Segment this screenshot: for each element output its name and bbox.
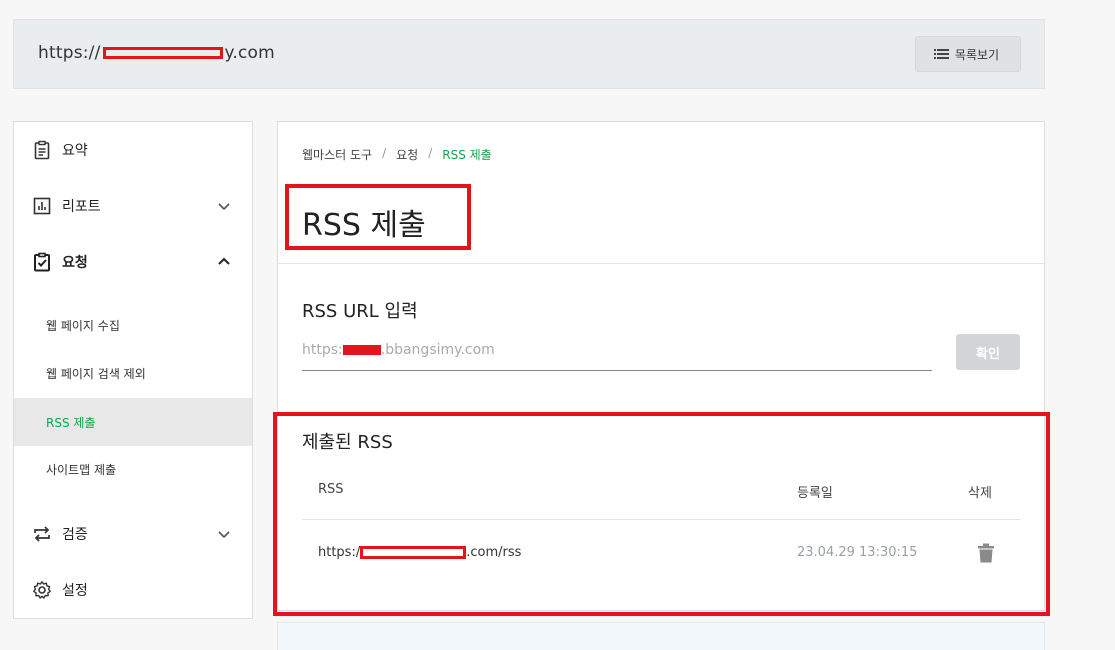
list-icon — [933, 49, 949, 59]
clipboard-check-icon — [34, 252, 50, 272]
sidebar: 요약 리포트 요청 웹 페이지 수집 웹 페이지 검색 제외 RSS 제출 사이… — [13, 121, 253, 619]
next-panel — [277, 622, 1045, 650]
site-header: https:// y.com 목록보기 — [13, 19, 1045, 89]
redaction-box — [342, 345, 381, 355]
breadcrumb: 웹마스터 도구 / 요청 / RSS 제출 — [302, 146, 492, 163]
repeat-icon — [34, 526, 50, 542]
list-view-label: 목록보기 — [954, 47, 1000, 62]
annotation-box — [273, 412, 1050, 616]
gear-icon — [33, 581, 51, 599]
sidebar-subitem-sitemap-submit[interactable]: 사이트맵 제출 — [14, 445, 252, 493]
chevron-down-icon[interactable] — [217, 527, 231, 541]
chevron-down-icon[interactable] — [217, 199, 231, 213]
sidebar-item-label: 검증 — [62, 527, 88, 543]
site-url-suffix: y.com — [224, 43, 275, 63]
rss-url-label: RSS URL 입력 — [302, 301, 418, 322]
sidebar-subitem-rss-submit[interactable]: RSS 제출 — [14, 398, 252, 446]
confirm-button[interactable]: 확인 — [956, 334, 1020, 370]
chart-icon — [33, 197, 51, 215]
breadcrumb-item[interactable]: 웹마스터 도구 — [302, 146, 372, 163]
breadcrumb-current: RSS 제출 — [442, 148, 492, 162]
rss-url-placeholder-prefix: https: — [302, 342, 343, 358]
site-url: https:// y.com — [38, 43, 275, 63]
breadcrumb-separator: / — [428, 146, 433, 160]
sidebar-item-summary[interactable]: 요약 — [14, 122, 252, 178]
rss-url-input[interactable]: https: .bbangsimy.com — [302, 334, 932, 371]
sidebar-item-label: 리포트 — [62, 199, 101, 215]
chevron-up-icon[interactable] — [217, 255, 231, 269]
sidebar-item-verify[interactable]: 검증 — [14, 506, 252, 562]
rss-url-placeholder-suffix: .bbangsimy.com — [380, 342, 495, 358]
breadcrumb-item[interactable]: 요청 — [396, 146, 418, 163]
sidebar-item-report[interactable]: 리포트 — [14, 178, 252, 234]
sidebar-subitem-label: 웹 페이지 수집 — [46, 318, 120, 333]
sidebar-item-label: 설정 — [62, 583, 88, 599]
redaction-box — [102, 47, 223, 59]
list-view-button[interactable]: 목록보기 — [915, 36, 1021, 72]
divider — [278, 263, 1044, 264]
sidebar-subitem-label: 웹 페이지 검색 제외 — [46, 366, 146, 381]
sidebar-item-request[interactable]: 요청 — [14, 234, 252, 290]
sidebar-item-settings[interactable]: 설정 — [14, 562, 252, 618]
sidebar-item-label: 요청 — [62, 255, 88, 271]
site-url-prefix: https:// — [38, 43, 101, 63]
clipboard-icon — [34, 140, 50, 160]
sidebar-subitem-web-collect[interactable]: 웹 페이지 수집 — [14, 301, 252, 349]
page-title: RSS 제출 — [302, 208, 426, 243]
sidebar-subitem-label: 사이트맵 제출 — [46, 462, 117, 477]
breadcrumb-separator: / — [382, 146, 387, 160]
sidebar-subitem-web-exclude[interactable]: 웹 페이지 검색 제외 — [14, 349, 252, 397]
sidebar-item-label: 요약 — [62, 143, 88, 159]
sidebar-subitem-label: RSS 제출 — [46, 415, 96, 430]
